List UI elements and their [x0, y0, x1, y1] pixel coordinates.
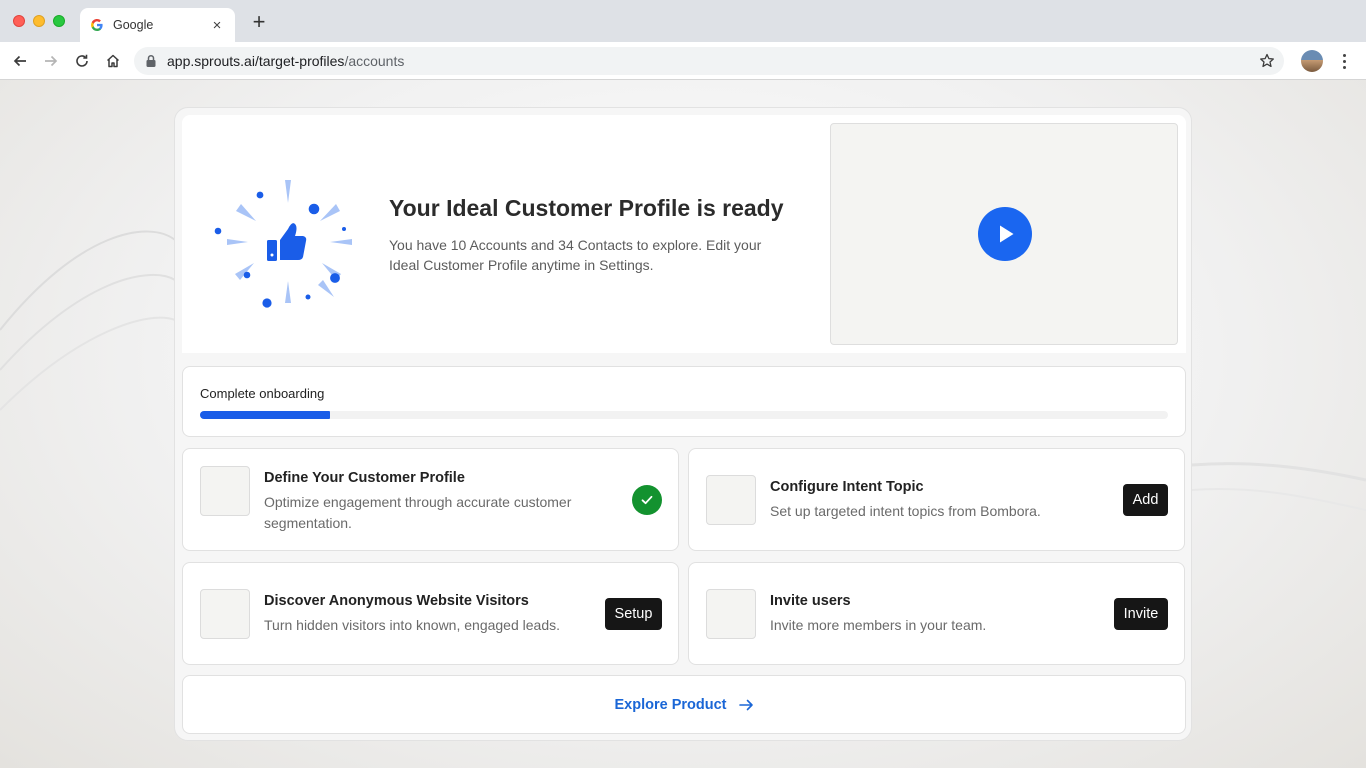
task-title: Discover Anonymous Website Visitors	[264, 593, 529, 609]
progress-label: Complete onboarding	[200, 386, 325, 401]
onboarding-video[interactable]	[830, 123, 1178, 345]
task-thumbnail	[706, 475, 756, 525]
page: Your Ideal Customer Profile is ready You…	[0, 80, 1366, 768]
task-description: Turn hidden visitors into known, engaged…	[264, 617, 560, 633]
reload-icon[interactable]	[71, 50, 93, 72]
profile-avatar[interactable]	[1301, 50, 1323, 72]
hero-section: Your Ideal Customer Profile is ready You…	[182, 115, 1186, 353]
window-zoom-button[interactable]	[53, 15, 65, 27]
task-card-define-profile: Define Your Customer Profile Optimize en…	[182, 448, 679, 551]
setup-visitors-button[interactable]: Setup	[605, 598, 662, 630]
url-host: app.sprouts.ai/target-profiles	[167, 53, 345, 69]
new-tab-button[interactable]: +	[248, 11, 270, 34]
forward-arrow-icon[interactable]	[40, 50, 62, 72]
tab-title: Google	[113, 18, 154, 32]
task-description: Set up targeted intent topics from Bombo…	[770, 503, 1041, 519]
task-thumbnail	[706, 589, 756, 639]
lock-icon	[145, 54, 157, 68]
explore-product-button[interactable]: Explore Product	[182, 675, 1186, 734]
tab-close-icon[interactable]: ×	[209, 18, 225, 33]
thumbs-up-icon	[214, 180, 352, 308]
task-card-invite-users: Invite users Invite more members in your…	[688, 562, 1185, 665]
browser-menu-icon[interactable]	[1336, 51, 1352, 71]
invite-users-button[interactable]: Invite	[1114, 598, 1168, 630]
back-arrow-icon[interactable]	[9, 50, 31, 72]
task-description: Optimize engagement through accurate cus…	[264, 494, 572, 531]
task-thumbnail	[200, 589, 250, 639]
task-description: Invite more members in your team.	[770, 617, 987, 633]
arrow-right-icon	[738, 699, 754, 711]
url-path: /accounts	[344, 53, 405, 69]
bookmark-star-icon[interactable]	[1258, 52, 1276, 70]
home-icon[interactable]	[102, 50, 124, 72]
explore-product-label: Explore Product	[614, 696, 727, 713]
browser-tab[interactable]: Google ×	[80, 8, 235, 42]
google-favicon-icon	[90, 18, 104, 32]
progress-bar	[200, 411, 1168, 419]
task-title: Configure Intent Topic	[770, 479, 924, 495]
task-card-intent-topic: Configure Intent Topic Set up targeted i…	[688, 448, 1185, 551]
window-close-button[interactable]	[13, 15, 25, 27]
task-title: Invite users	[770, 593, 851, 609]
add-intent-topic-button[interactable]: Add	[1123, 484, 1168, 516]
browser-toolbar: app.sprouts.ai/target-profiles/accounts	[0, 42, 1366, 80]
task-title: Define Your Customer Profile	[264, 470, 465, 486]
progress-bar-fill	[200, 411, 330, 419]
hero-title: Your Ideal Customer Profile is ready	[389, 195, 784, 221]
hero-description: You have 10 Accounts and 34 Contacts to …	[389, 237, 762, 273]
play-icon[interactable]	[978, 207, 1032, 261]
onboarding-progress-card: Complete onboarding	[182, 366, 1186, 437]
task-thumbnail	[200, 466, 250, 516]
onboarding-panel: Your Ideal Customer Profile is ready You…	[174, 107, 1192, 741]
browser-tab-bar: Google × +	[0, 0, 1366, 42]
task-card-website-visitors: Discover Anonymous Website Visitors Turn…	[182, 562, 679, 665]
window-minimize-button[interactable]	[33, 15, 45, 27]
check-circle-icon	[632, 485, 662, 515]
address-bar[interactable]: app.sprouts.ai/target-profiles/accounts	[134, 47, 1284, 75]
